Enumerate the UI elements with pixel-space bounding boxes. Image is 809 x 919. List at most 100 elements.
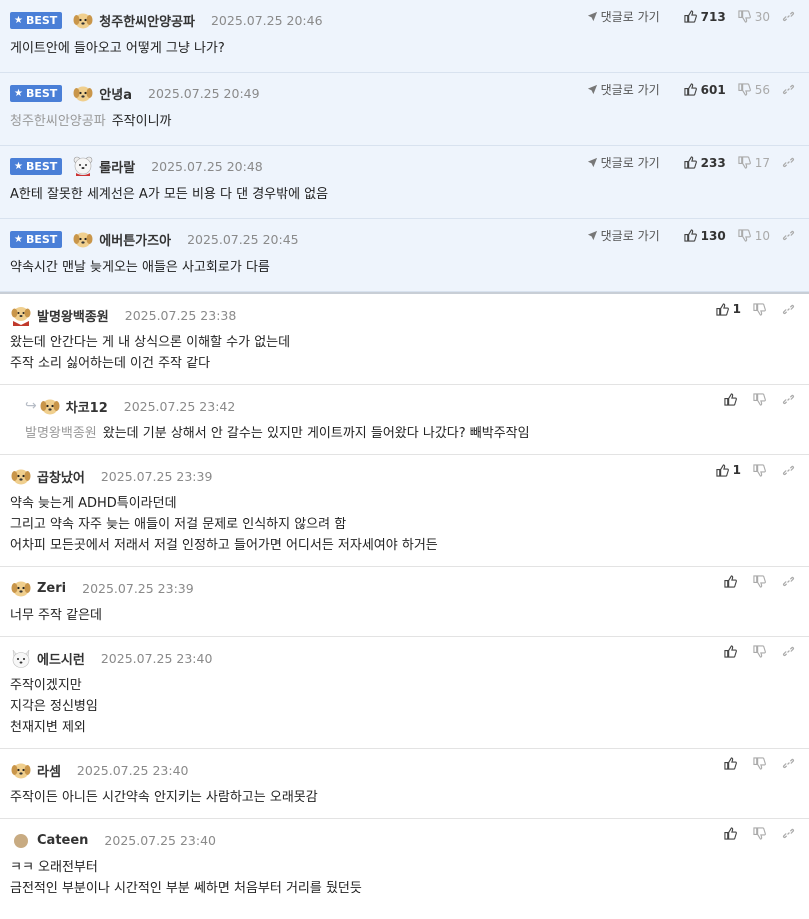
- link-button[interactable]: [782, 464, 799, 477]
- link-button[interactable]: [782, 156, 799, 169]
- nickname[interactable]: 안녕a: [99, 84, 132, 103]
- mention[interactable]: 청주한씨안양공파: [10, 114, 106, 129]
- dog-avatar[interactable]: [72, 82, 94, 104]
- best-comment: ★ BEST 룰라랄 2025.07.25 20:48 A한테 잘못한 세계선은 …: [0, 146, 809, 219]
- upvote-button[interactable]: [724, 757, 741, 770]
- timestamp: 2025.07.25 23:40: [104, 832, 216, 848]
- downvote-button[interactable]: 17: [738, 156, 770, 170]
- comment-actions: [712, 827, 799, 840]
- link-icon: [782, 646, 795, 657]
- dog-avatar[interactable]: [72, 9, 94, 31]
- goto-comment-link[interactable]: 댓글로 가기: [587, 8, 660, 25]
- link-icon: [782, 828, 795, 839]
- timestamp: 2025.07.25 23:40: [100, 650, 213, 666]
- thumbs-up-icon: [684, 156, 697, 169]
- comment-text: 게이트안에 들아오고 어떻게 그냥 나가?: [10, 41, 225, 56]
- link-icon: [782, 758, 795, 769]
- link-icon: [782, 394, 795, 405]
- nickname[interactable]: 룰라랄: [99, 157, 135, 176]
- reply-arrow-icon: ↪: [25, 398, 37, 414]
- thumbs-up-icon: [724, 575, 737, 588]
- comment-actions: [712, 645, 799, 658]
- link-button[interactable]: [782, 575, 799, 588]
- thumbs-down-icon: [753, 302, 766, 316]
- nickname[interactable]: Cateen: [37, 833, 88, 848]
- comment-text: 약속 늦는게 ADHD특이라던데 그리고 약속 자주 늦는 애들이 저걸 문제로…: [10, 496, 438, 553]
- best-comment: ★ BEST 에버튼가즈아 2025.07.25 20:45 약속시간 맨날 늦게…: [0, 219, 809, 292]
- goto-comment-link[interactable]: 댓글로 가기: [587, 154, 660, 171]
- link-button[interactable]: [782, 393, 799, 406]
- downvote-button[interactable]: [753, 463, 770, 477]
- nickname[interactable]: 발명왕백종원: [37, 306, 109, 325]
- nickname[interactable]: 곱창났어: [37, 467, 85, 486]
- comment-text: 주작이겠지만 지각은 정신병임 천재지변 제외: [10, 678, 98, 735]
- link-button[interactable]: [782, 229, 799, 242]
- downvote-button[interactable]: [753, 827, 770, 840]
- link-button[interactable]: [782, 645, 799, 658]
- upvote-button[interactable]: 1: [716, 302, 741, 316]
- upvote-button[interactable]: 713: [684, 10, 726, 24]
- upvote-button[interactable]: [724, 827, 741, 840]
- downvote-count: 10: [754, 228, 770, 243]
- comment-actions: [712, 575, 799, 588]
- best-comment: ★ BEST 안녕a 2025.07.25 20:49 청주한씨안양공파 주작이니까…: [0, 73, 809, 146]
- upvote-button[interactable]: [724, 575, 741, 588]
- downvote-button[interactable]: [753, 575, 770, 588]
- nickname[interactable]: 에버튼가즈아: [99, 230, 171, 249]
- upvote-button[interactable]: 601: [684, 83, 726, 97]
- comment: 라셈 2025.07.25 23:40 주작이든 아니든 시간약속 안지키는 사…: [0, 749, 809, 819]
- dog-avatar[interactable]: [72, 228, 94, 250]
- downvote-button[interactable]: 30: [738, 10, 770, 24]
- goto-comment-link[interactable]: 댓글로 가기: [587, 227, 660, 244]
- link-button[interactable]: [782, 10, 799, 23]
- downvote-button[interactable]: [753, 757, 770, 770]
- comment-actions: 댓글로 가기 601 56: [587, 81, 799, 98]
- downvote-button[interactable]: [753, 393, 770, 406]
- upvote-button[interactable]: [724, 645, 741, 658]
- nickname[interactable]: 차코12: [66, 397, 108, 416]
- link-button[interactable]: [782, 827, 799, 840]
- dog-avatar[interactable]: [10, 465, 32, 487]
- downvote-button[interactable]: [753, 645, 770, 658]
- downvote-button[interactable]: [753, 302, 770, 316]
- thumbs-down-icon: [738, 83, 751, 96]
- link-icon: [782, 157, 795, 168]
- downvote-button[interactable]: 10: [738, 229, 770, 243]
- timestamp: 2025.07.25 23:39: [82, 580, 194, 596]
- star-icon: ★: [14, 87, 23, 99]
- thumbs-down-icon: [753, 645, 766, 658]
- bear-avatar[interactable]: [72, 155, 94, 177]
- thumbs-down-icon: [753, 393, 766, 406]
- downvote-count: 17: [754, 155, 770, 170]
- nickname[interactable]: 청주한씨안양공파: [99, 11, 195, 30]
- mention[interactable]: 발명왕백종원: [25, 426, 97, 441]
- link-button[interactable]: [782, 83, 799, 96]
- chef-dog-avatar[interactable]: [10, 304, 32, 326]
- timestamp: 2025.07.25 20:46: [210, 12, 323, 28]
- downvote-button[interactable]: 56: [738, 83, 770, 97]
- upvote-button[interactable]: 233: [684, 156, 726, 170]
- dog-avatar[interactable]: [39, 395, 61, 417]
- link-icon: [782, 304, 795, 314]
- upvote-count: 233: [700, 155, 726, 170]
- dog-avatar[interactable]: [10, 577, 32, 599]
- best-badge: ★ BEST: [10, 11, 63, 29]
- upvote-button[interactable]: 130: [684, 229, 726, 243]
- nickname[interactable]: 라셈: [37, 761, 61, 780]
- comment: 발명왕백종원 2025.07.25 23:38 왔는데 안간다는 게 내 상식으…: [0, 294, 809, 385]
- nickname[interactable]: Zeri: [37, 581, 66, 596]
- nickname[interactable]: 에드시런: [37, 649, 85, 668]
- goto-comment-link[interactable]: 댓글로 가기: [587, 81, 660, 98]
- comment-actions: [712, 393, 799, 406]
- white-dog-avatar[interactable]: [10, 647, 32, 669]
- link-button[interactable]: [782, 757, 799, 770]
- best-badge: ★ BEST: [10, 230, 63, 248]
- circle-avatar[interactable]: [10, 829, 32, 851]
- thumbs-up-icon: [684, 83, 697, 96]
- upvote-button[interactable]: 1: [716, 463, 741, 477]
- link-button[interactable]: [782, 303, 799, 316]
- dog-avatar[interactable]: [10, 759, 32, 781]
- upvote-button[interactable]: [724, 393, 741, 406]
- comment-list: ★ BEST 청주한씨안양공파 2025.07.25 20:46 게이트안에 들아…: [0, 0, 809, 909]
- comment-text: 발명왕백종원 왔는데 기분 상해서 안 갈수는 있지만 게이트까지 들어왔다 나갔…: [25, 426, 530, 441]
